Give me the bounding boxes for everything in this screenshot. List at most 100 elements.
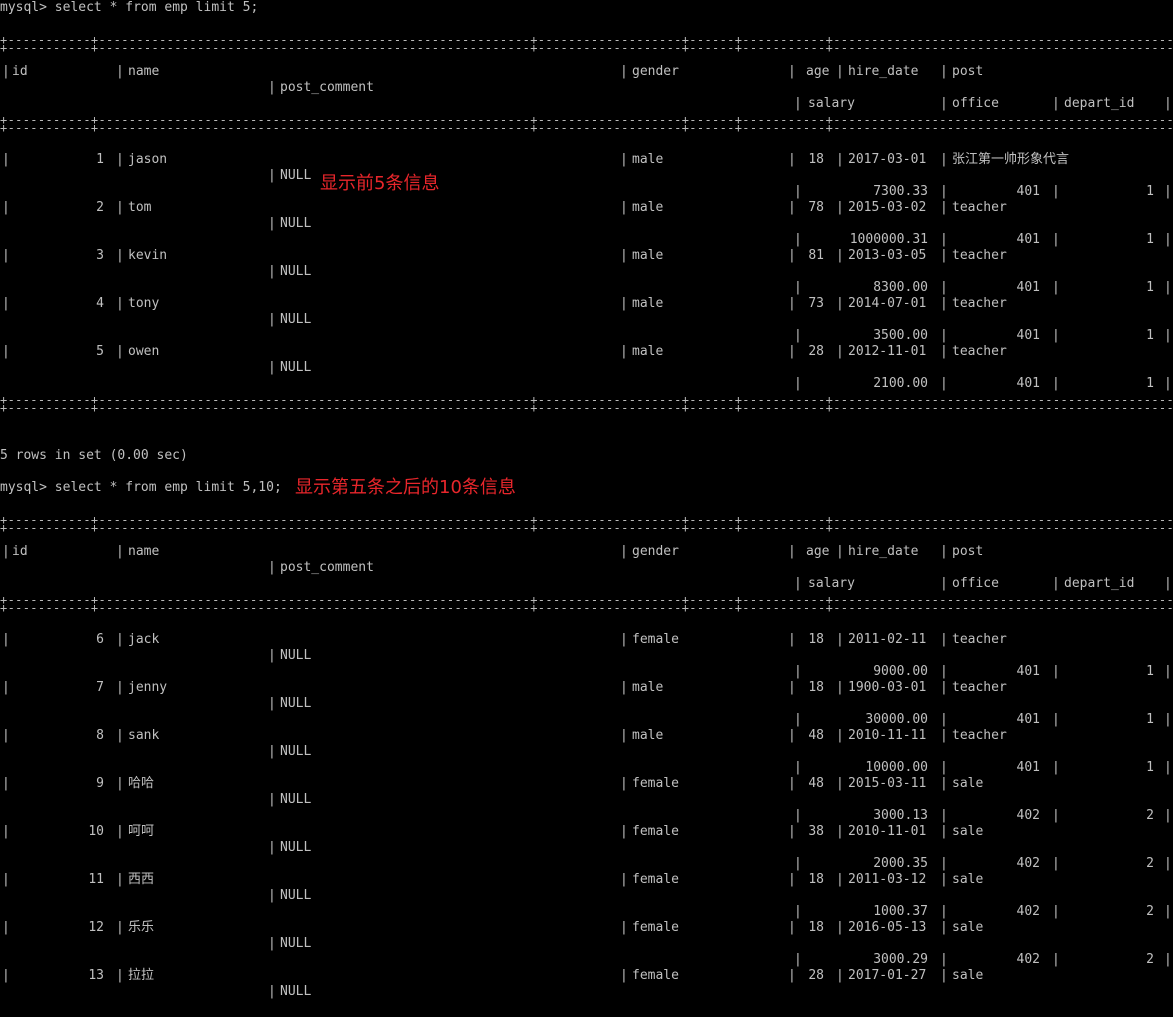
cell-office: 401 xyxy=(1016,664,1040,679)
cell-hire-date: 2012-11-01 xyxy=(848,344,927,359)
cell-post-comment: NULL xyxy=(280,360,312,375)
column-separator: | xyxy=(620,872,628,887)
cell-gender: male xyxy=(632,728,664,743)
cell-post-comment: NULL xyxy=(280,168,312,183)
cell-age: 48 xyxy=(808,728,824,743)
cell-depart-id: 1 xyxy=(1146,760,1154,775)
column-separator: | xyxy=(788,344,796,359)
column-separator: | xyxy=(620,728,628,743)
column-separator: | xyxy=(116,680,124,695)
column-header-depart-id: depart_id xyxy=(1064,96,1135,111)
column-separator: | xyxy=(268,264,276,279)
cell-depart-id: 2 xyxy=(1146,904,1154,919)
cell-office: 401 xyxy=(1016,280,1040,295)
column-separator: | xyxy=(268,168,276,183)
column-separator: | xyxy=(788,872,796,887)
column-separator: | xyxy=(1052,328,1060,343)
column-separator: | xyxy=(116,64,124,79)
column-separator: | xyxy=(836,872,844,887)
column-header-post: post xyxy=(952,64,984,79)
cell-office: 401 xyxy=(1016,328,1040,343)
column-separator: | xyxy=(836,728,844,743)
column-header-depart-id: depart_id xyxy=(1064,576,1135,591)
cell-salary: 3000.13 xyxy=(873,808,928,823)
cell-hire-date: 2016-05-13 xyxy=(848,920,927,935)
cell-salary: 2000.35 xyxy=(873,856,928,871)
column-separator: | xyxy=(1164,856,1172,871)
cell-gender: male xyxy=(632,152,664,167)
cell-id: 11 xyxy=(88,872,104,887)
column-separator: | xyxy=(836,680,844,695)
cell-gender: female xyxy=(632,776,679,791)
cell-id: 7 xyxy=(96,680,104,695)
cell-depart-id: 1 xyxy=(1146,184,1154,199)
column-separator: | xyxy=(268,792,276,807)
cell-name: tom xyxy=(128,200,152,215)
cell-hire-date: 1900-03-01 xyxy=(848,680,927,695)
column-separator: | xyxy=(836,344,844,359)
cell-age: 73 xyxy=(808,296,824,311)
column-separator: | xyxy=(836,200,844,215)
cell-post: teacher xyxy=(952,680,1007,695)
column-separator: | xyxy=(940,920,948,935)
column-separator: | xyxy=(620,248,628,263)
column-separator: | xyxy=(268,984,276,999)
column-separator: | xyxy=(788,544,796,559)
column-separator: | xyxy=(836,632,844,647)
column-separator: | xyxy=(1164,576,1172,591)
column-separator: | xyxy=(940,344,948,359)
column-separator: | xyxy=(620,200,628,215)
cell-id: 12 xyxy=(88,920,104,935)
column-separator: | xyxy=(940,680,948,695)
column-separator: | xyxy=(116,200,124,215)
column-separator: | xyxy=(940,712,948,727)
column-separator: | xyxy=(836,920,844,935)
column-separator: | xyxy=(940,824,948,839)
cell-hire-date: 2015-03-02 xyxy=(848,200,927,215)
column-separator: | xyxy=(620,824,628,839)
cell-name: 呵呵 xyxy=(128,824,155,839)
column-separator: | xyxy=(116,872,124,887)
cell-name: 哈哈 xyxy=(128,776,155,791)
column-separator: | xyxy=(268,936,276,951)
column-separator: | xyxy=(1052,760,1060,775)
column-separator: | xyxy=(788,824,796,839)
column-separator: | xyxy=(940,952,948,967)
column-separator: | xyxy=(788,248,796,263)
cell-salary: 10000.00 xyxy=(865,760,928,775)
column-separator: | xyxy=(1052,576,1060,591)
column-separator: | xyxy=(620,680,628,695)
column-header-office: office xyxy=(952,576,999,591)
cell-name: owen xyxy=(128,344,160,359)
table-border: +-----------+---------------------------… xyxy=(0,41,1173,55)
column-separator: | xyxy=(836,248,844,263)
cell-post: teacher xyxy=(952,248,1007,263)
column-separator: | xyxy=(2,544,10,559)
cell-office: 402 xyxy=(1016,856,1040,871)
column-separator: | xyxy=(1164,664,1172,679)
column-separator: | xyxy=(2,64,10,79)
column-separator: | xyxy=(1164,376,1172,391)
column-separator: | xyxy=(836,152,844,167)
cell-id: 6 xyxy=(96,632,104,647)
column-separator: | xyxy=(940,776,948,791)
column-separator: | xyxy=(1052,856,1060,871)
cell-salary: 9000.00 xyxy=(873,664,928,679)
cell-post: sale xyxy=(952,920,984,935)
column-header-salary: salary xyxy=(808,576,855,591)
cell-post-comment: NULL xyxy=(280,216,312,231)
column-separator: | xyxy=(940,544,948,559)
annotation: 显示第五条之后的10条信息 xyxy=(295,477,516,498)
column-header-gender: gender xyxy=(632,544,679,559)
terminal-window[interactable]: mysql> select * from emp limit 5; 显示前5条信… xyxy=(0,0,1173,1017)
cell-post: sale xyxy=(952,824,984,839)
cell-age: 18 xyxy=(808,920,824,935)
column-separator: | xyxy=(268,216,276,231)
column-separator: | xyxy=(1052,712,1060,727)
cell-hire-date: 2010-11-01 xyxy=(848,824,927,839)
cell-depart-id: 1 xyxy=(1146,232,1154,247)
cell-id: 3 xyxy=(96,248,104,263)
column-separator: | xyxy=(940,328,948,343)
cell-age: 18 xyxy=(808,872,824,887)
column-separator: | xyxy=(268,744,276,759)
